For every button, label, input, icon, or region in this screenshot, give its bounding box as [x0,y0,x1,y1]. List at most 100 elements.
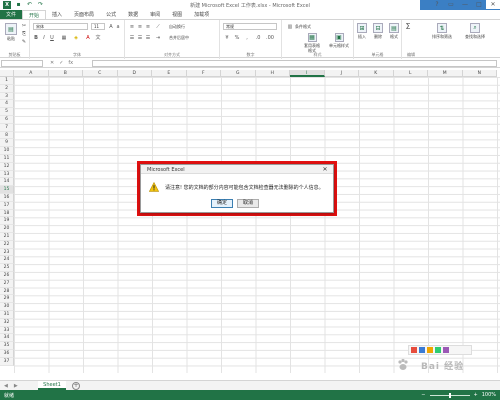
row-header[interactable]: 14 [0,178,14,187]
next-sheet-icon[interactable]: ▶ [14,383,18,389]
column-header[interactable]: H [255,70,290,77]
row-header[interactable]: 16 [0,194,14,202]
bold-icon[interactable]: B [33,34,39,41]
phonetic-icon[interactable]: 文 [94,34,102,41]
column-header[interactable]: L [393,70,428,77]
row-header[interactable]: 29 [0,295,14,304]
font-color-icon[interactable]: A [84,34,92,41]
row-header[interactable]: 8 [0,131,14,140]
zoom-in-icon[interactable]: + [474,392,478,398]
tab-data[interactable]: 数据 [122,10,144,19]
row-header[interactable]: 27 [0,279,14,288]
conditional-format-button[interactable]: 条件格式 [295,24,311,30]
row-header[interactable]: 21 [0,233,14,241]
wrap-text-button[interactable]: 自动换行 [169,24,185,30]
row-header[interactable]: 24 [0,256,14,265]
column-header[interactable]: G [221,70,256,77]
row-header[interactable]: 6 [0,116,14,124]
tab-view[interactable]: 视图 [166,10,188,19]
row-header[interactable]: 28 [0,287,14,296]
row-header[interactable]: 18 [0,209,14,218]
format-painter-icon[interactable]: ✎ [21,39,27,45]
percent-icon[interactable]: % [233,34,241,41]
cancel-button[interactable]: 取消 [237,199,259,208]
row-header[interactable]: 37 [0,357,14,366]
table-format-button[interactable]: ▦ 套用表格格式 [304,33,320,53]
tray-battery-icon[interactable] [435,347,441,353]
row-header[interactable]: 23 [0,248,14,257]
undo-icon[interactable]: ↶ [26,1,33,8]
conditional-format-icon[interactable]: ▥ [286,23,294,30]
zoom-out-icon[interactable]: − [421,392,425,398]
column-header[interactable]: A [14,70,49,77]
align-middle-icon[interactable]: ≡ [137,23,143,30]
column-header[interactable]: I [290,70,325,77]
column-header[interactable]: F [186,70,221,77]
row-header[interactable]: 1 [0,77,14,85]
align-right-icon[interactable]: ☰ [145,34,151,41]
font-name-select[interactable]: 宋体 [33,23,88,30]
row-header[interactable]: 30 [0,303,14,311]
formula-input[interactable] [92,60,497,67]
save-icon[interactable]: ▪ [15,1,22,8]
cell-area[interactable] [14,77,500,373]
row-header[interactable]: 33 [0,326,14,335]
row-header[interactable]: 15 [0,186,14,194]
tab-file[interactable]: 文件 [0,10,23,19]
zoom-slider[interactable] [429,392,470,398]
row-header[interactable]: 7 [0,123,14,132]
tab-page-layout[interactable]: 页面布局 [68,10,100,19]
find-select-button[interactable]: ⌕ 查找和选择 [460,23,490,39]
orientation-icon[interactable]: ⟋ [155,23,161,30]
column-header[interactable]: J [324,70,359,77]
insert-button[interactable]: ⊞ 插入 [354,23,370,39]
row-header[interactable]: 20 [0,225,14,233]
row-header[interactable]: 22 [0,240,14,249]
row-header[interactable]: 17 [0,201,14,210]
add-sheet-button[interactable]: + [72,382,80,390]
number-format-select[interactable]: 常规 [223,23,277,30]
row-header[interactable]: 5 [0,108,14,116]
maximize-icon[interactable]: □ [472,0,486,9]
align-top-icon[interactable]: ≡ [129,23,135,30]
name-box[interactable] [1,60,43,67]
tab-insert[interactable]: 插入 [46,10,68,19]
ok-button[interactable]: 确定 [211,199,233,208]
row-header[interactable]: 31 [0,311,14,319]
zoom-thumb[interactable] [448,392,451,398]
row-header[interactable]: 34 [0,334,14,343]
worksheet-grid[interactable]: ABCDEFGHIJKLMN 1 2 3 4 5 6 7 8 9 10 11 12 13 14 15 16 17… [0,70,500,373]
tray-ime-icon[interactable] [443,347,449,353]
row-header[interactable]: 11 [0,155,14,163]
help-icon[interactable]: ? [430,0,444,9]
comma-icon[interactable]: , [243,34,251,41]
sort-filter-button[interactable]: ⇅ 排序和筛选 [428,23,456,39]
column-header[interactable]: M [428,70,463,77]
cut-icon[interactable]: ✂ [21,23,27,29]
dialog-close-icon[interactable]: ✕ [320,166,330,173]
row-header[interactable]: 25 [0,264,14,272]
row-header[interactable]: 32 [0,318,14,327]
row-header[interactable]: 4 [0,100,14,109]
merge-center-button[interactable]: 合并后居中 [169,35,189,41]
row-header[interactable]: 13 [0,170,14,179]
row-header[interactable]: 9 [0,139,14,148]
enter-formula-icon[interactable]: ✓ [59,60,63,66]
tray-network-icon[interactable] [419,347,425,353]
autosum-icon[interactable]: Σ [404,22,412,31]
border-icon[interactable]: ▦ [60,34,68,41]
prev-sheet-icon[interactable]: ◀ [4,383,8,389]
underline-icon[interactable]: U [49,34,55,41]
shrink-font-icon[interactable]: a [115,23,121,30]
select-all-corner[interactable] [0,70,14,77]
align-left-icon[interactable]: ☰ [129,34,135,41]
tray-sound-icon[interactable] [427,347,433,353]
cell-styles-button[interactable]: ▣ 单元格样式 [326,33,352,48]
column-header[interactable]: D [117,70,152,77]
indent-icon[interactable]: ⇥ [155,34,161,41]
column-header[interactable]: E [152,70,187,77]
row-header[interactable]: 10 [0,147,14,155]
sheet-tab-sheet1[interactable]: Sheet1 [38,381,66,390]
row-header[interactable]: 36 [0,350,14,358]
ribbon-display-icon[interactable]: ▭ [444,0,458,9]
